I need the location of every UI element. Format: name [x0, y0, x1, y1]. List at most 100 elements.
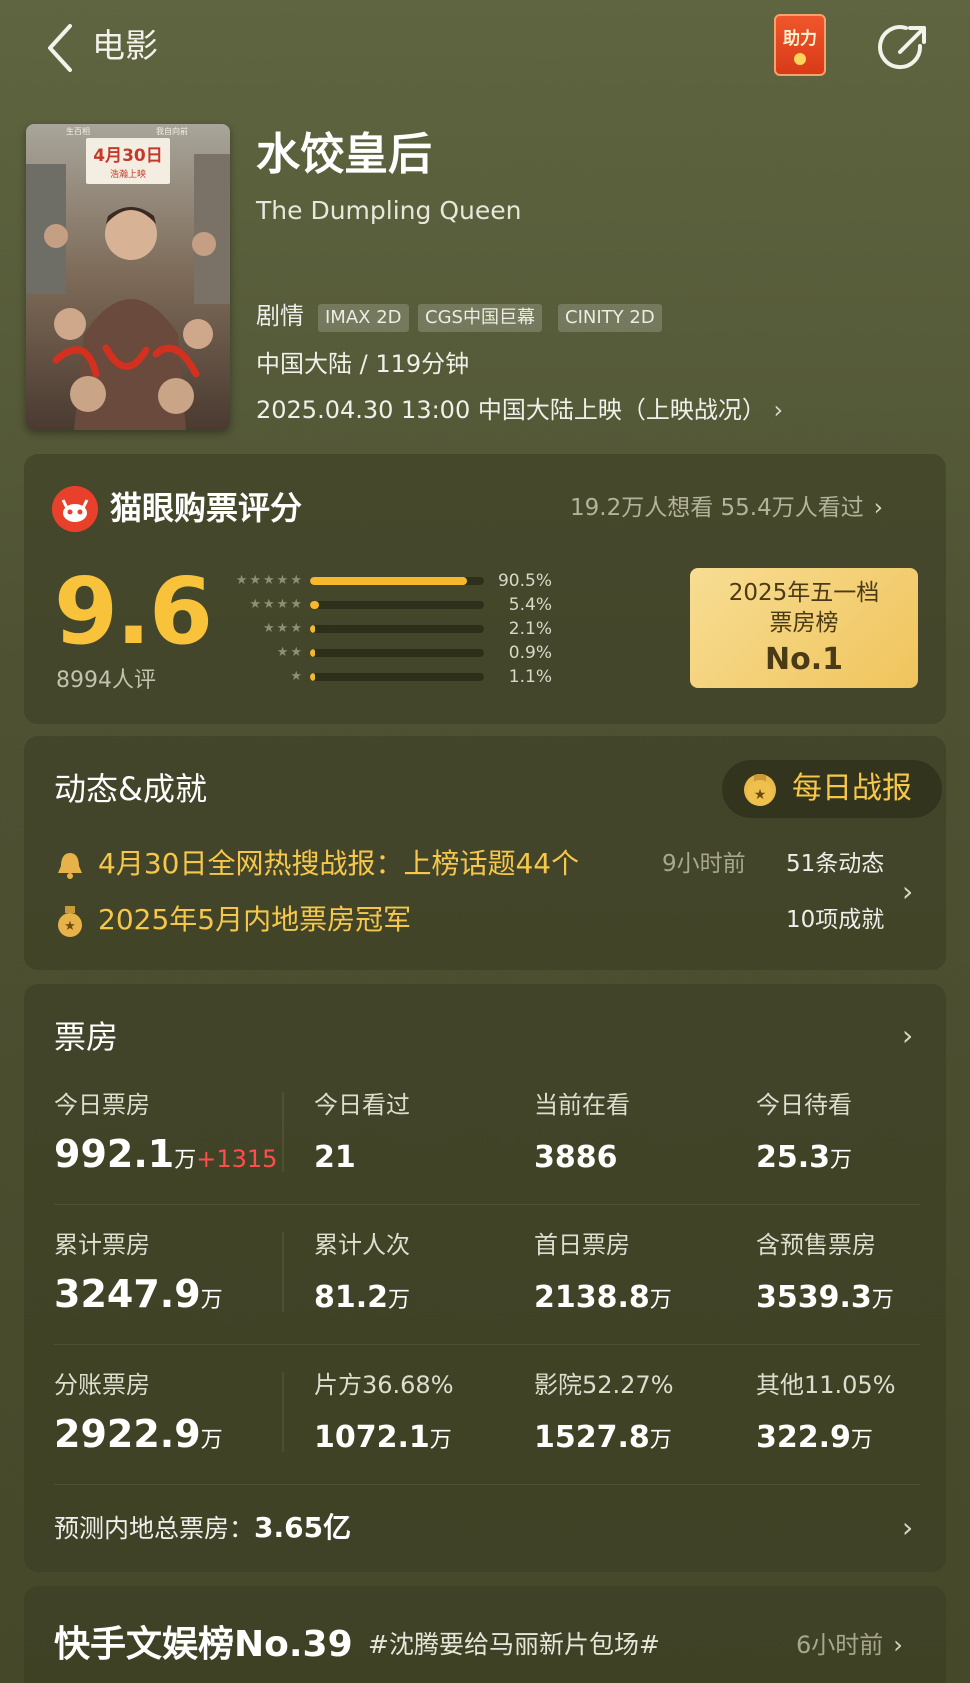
divider — [54, 1204, 920, 1205]
boost-label: 助力 — [783, 29, 817, 49]
predict-value: 3.65亿 — [254, 1511, 352, 1544]
achievement-item[interactable]: 2025年5月内地票房冠军 — [98, 900, 411, 940]
stat-split-boxoffice: 2922.9万 — [54, 1412, 223, 1456]
format-tag: CINITY 2D — [558, 304, 662, 332]
stat-label: 累计票房 — [54, 1231, 150, 1259]
news-item-hotsearch[interactable]: 4月30日全网热搜战报：上榜话题44个 — [98, 844, 579, 884]
stat-now-watching: 3886 — [534, 1140, 618, 1175]
stat-first-day: 2138.8万 — [534, 1280, 672, 1315]
divider — [282, 1372, 284, 1452]
rating-bar-fill — [310, 649, 316, 657]
want-watched-text: 19.2万人想看 55.4万人看过 — [570, 495, 864, 521]
chevron-right-icon[interactable]: › — [902, 872, 913, 912]
divider — [54, 1344, 920, 1345]
stat-today-watched: 21 — [314, 1140, 356, 1175]
chevron-right-icon: › — [765, 396, 784, 424]
rank-line-2: 票房榜 — [769, 610, 839, 636]
rating-bar-2 — [310, 649, 484, 657]
format-tag: CGS中国巨幕 — [418, 304, 542, 332]
achievement-count: 10项成就 — [786, 907, 885, 933]
stat-label: 其他11.05% — [756, 1371, 896, 1399]
back-arrow-icon[interactable] — [44, 22, 80, 74]
poster-slogan-left: 生百相 — [66, 126, 90, 136]
predict-label: 预测内地总票房： — [54, 1514, 255, 1543]
movie-genre: 剧情 — [256, 302, 304, 330]
stat-label: 今日待看 — [756, 1091, 852, 1119]
predicted-total-link[interactable]: 预测内地总票房：3.65亿 — [54, 1508, 351, 1549]
stat-other-share: 322.9万 — [756, 1420, 873, 1455]
rank-line-3: No.1 — [765, 642, 843, 677]
rating-score: 9.6 — [54, 558, 213, 665]
chevron-right-icon[interactable]: › — [902, 1016, 913, 1056]
stat-label: 当前在看 — [534, 1091, 630, 1119]
stat-today-boxoffice: 992.1万+1315 — [54, 1132, 278, 1176]
divider — [282, 1092, 284, 1172]
chevron-right-icon: › — [893, 1631, 903, 1659]
divider — [282, 1232, 284, 1312]
rating-percent-4: 5.4% — [508, 595, 552, 615]
stat-to-watch: 25.3万 — [756, 1140, 853, 1175]
kuaishou-time: 6小时前 › — [796, 1631, 903, 1659]
boxoffice-title: 票房 — [54, 1018, 119, 1056]
star-row-1-icon: ★ — [290, 669, 304, 684]
share-icon[interactable] — [876, 20, 932, 76]
star-row-2-icon: ★★ — [276, 645, 304, 660]
page-title: 电影 — [92, 26, 158, 65]
stat-total-admissions: 81.2万 — [314, 1280, 411, 1315]
rating-title: 猫眼购票评分 — [110, 489, 303, 527]
release-text: 2025.04.30 13:00 中国大陆上映（上映战况） — [256, 396, 766, 424]
want-watched-link[interactable]: 19.2万人想看 55.4万人看过 › — [570, 490, 883, 526]
maoyan-cat-logo-icon — [52, 486, 98, 532]
medal-icon: ★ — [744, 774, 776, 806]
news-count: 51条动态 — [786, 851, 885, 877]
rating-percent-2: 0.9% — [508, 643, 552, 663]
divider — [54, 1484, 920, 1485]
chevron-right-icon: › — [873, 495, 883, 521]
stat-label: 今日票房 — [54, 1091, 150, 1119]
news-title: 动态&成就 — [54, 770, 207, 808]
boost-button[interactable]: 助力 — [774, 14, 826, 76]
release-info-link[interactable]: 2025.04.30 13:00 中国大陆上映（上映战况） › — [256, 392, 783, 428]
chevron-right-icon[interactable]: › — [902, 1508, 913, 1548]
kuaishou-rank-title: 快手文娱榜No.39 — [54, 1624, 353, 1665]
star-row-5-icon: ★★★★★ — [235, 573, 304, 588]
rating-bar-fill — [310, 577, 468, 585]
star-row-3-icon: ★★★ — [263, 621, 304, 636]
stat-label: 片方36.68% — [314, 1371, 454, 1399]
rating-percent-1: 1.1% — [508, 667, 552, 687]
movie-region-duration: 中国大陆 / 119分钟 — [256, 350, 470, 378]
rating-percent-3: 2.1% — [508, 619, 552, 639]
stat-cinema-share: 1527.8万 — [534, 1420, 672, 1455]
coin-icon — [794, 53, 806, 65]
stat-label: 分账票房 — [54, 1371, 150, 1399]
stat-label: 累计人次 — [314, 1231, 410, 1259]
rating-bar-1 — [310, 673, 484, 681]
rating-bar-fill — [310, 625, 316, 633]
kuaishou-topic-tag[interactable]: #沈腾要给马丽新片包场# — [368, 1624, 660, 1666]
stat-label: 今日看过 — [314, 1091, 410, 1119]
rating-bar-fill — [310, 601, 320, 609]
rating-bar-5 — [310, 577, 484, 585]
stat-label: 影院52.27% — [534, 1371, 674, 1399]
svg-text:★: ★ — [64, 919, 76, 934]
rating-bar-fill — [310, 673, 316, 681]
bell-icon — [58, 853, 82, 879]
holiday-rank-badge[interactable]: 2025年五一档 票房榜 No.1 — [690, 568, 918, 688]
news-time: 9小时前 — [662, 851, 746, 877]
rank-line-1: 2025年五一档 — [728, 580, 880, 606]
poster-date-sub: 浩瀚上映 — [110, 168, 146, 180]
stat-label: 首日票房 — [534, 1231, 630, 1259]
rating-bar-4 — [310, 601, 484, 609]
stat-producer-share: 1072.1万 — [314, 1420, 452, 1455]
stat-label: 含预售票房 — [756, 1231, 876, 1259]
poster-date: 4月30日 — [93, 146, 163, 166]
movie-poster[interactable]: 4月30日 浩瀚上映 生百相 我自向前 — [26, 124, 230, 430]
star-row-4-icon: ★★★★ — [249, 597, 304, 612]
movie-title: 水饺皇后 — [256, 129, 432, 180]
svg-text:★: ★ — [754, 787, 767, 803]
stat-total-boxoffice: 3247.9万 — [54, 1272, 223, 1316]
rating-percent-5: 90.5% — [497, 571, 552, 591]
poster-slogan-right: 我自向前 — [156, 126, 188, 136]
increase-value: +1315 — [196, 1145, 278, 1173]
rating-count: 8994人评 — [56, 668, 156, 693]
